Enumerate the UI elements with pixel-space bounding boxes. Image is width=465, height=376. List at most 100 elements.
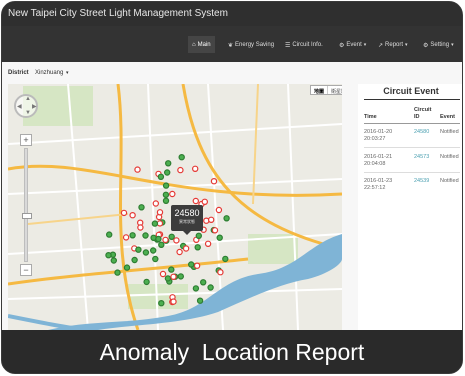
normal-light-marker[interactable]	[158, 241, 165, 248]
normal-light-marker[interactable]	[158, 299, 165, 307]
zoom-slider[interactable]	[22, 148, 32, 262]
alert-light-marker[interactable]	[122, 234, 130, 241]
alert-light-marker[interactable]	[203, 217, 210, 224]
alert-light-marker[interactable]	[169, 190, 176, 198]
normal-light-marker[interactable]	[135, 246, 142, 253]
normal-light-marker[interactable]	[152, 255, 159, 263]
alert-light-marker[interactable]	[134, 166, 141, 173]
row-circuit-id-link[interactable]: 24580	[414, 129, 429, 136]
alert-light-marker[interactable]	[177, 166, 184, 174]
alert-light-marker[interactable]	[193, 262, 201, 269]
nav-event[interactable]: ⚙ Event ▾	[339, 39, 366, 51]
alert-light-marker[interactable]	[156, 209, 164, 216]
normal-light-marker[interactable]	[164, 160, 172, 167]
normal-light-marker[interactable]	[149, 247, 157, 254]
normal-light-marker[interactable]	[216, 234, 223, 241]
normal-light-marker[interactable]	[162, 197, 170, 205]
alert-light-marker[interactable]	[120, 209, 128, 217]
normal-light-marker[interactable]	[157, 173, 165, 181]
normal-light-marker[interactable]	[223, 215, 230, 222]
alert-light-marker[interactable]	[173, 237, 180, 244]
normal-light-marker[interactable]	[168, 266, 175, 273]
nav-energy-saving[interactable]: ❦ Energy Saving	[228, 39, 274, 51]
leaf-icon: ❦	[228, 42, 234, 49]
row-date: 2016-01-21	[364, 154, 393, 160]
alert-light-marker[interactable]	[211, 227, 219, 234]
pan-left-icon[interactable]: ◀	[17, 103, 22, 110]
normal-light-marker[interactable]	[151, 220, 159, 227]
row-time: 22:57:12	[364, 185, 386, 191]
alert-light-marker[interactable]	[137, 224, 144, 231]
pan-right-icon[interactable]: ▶	[32, 103, 37, 110]
main-content: District Xinzhuang ▾ ▲ ▼ ◀ ▶ + − 地圖 衛星 2…	[2, 62, 462, 330]
normal-light-marker[interactable]	[162, 191, 170, 199]
normal-light-marker[interactable]	[196, 297, 204, 304]
row-circuit-id-link[interactable]: 24539	[414, 178, 429, 185]
alert-light-marker[interactable]	[162, 236, 169, 244]
nav-main[interactable]: ⌂ Main	[188, 36, 215, 53]
alert-light-marker[interactable]	[129, 211, 136, 219]
alert-light-marker[interactable]	[176, 248, 183, 256]
alert-light-marker[interactable]	[215, 206, 223, 214]
alert-light-marker[interactable]	[159, 270, 167, 278]
alert-light-marker[interactable]	[207, 216, 215, 223]
chevron-down-icon[interactable]: ▾	[66, 70, 69, 76]
nav-report-label: Report	[385, 42, 404, 48]
normal-light-marker[interactable]	[129, 232, 136, 239]
nav-setting[interactable]: ⚙ Setting ▾	[423, 39, 454, 51]
normal-light-marker[interactable]	[192, 285, 200, 292]
normal-light-marker[interactable]	[187, 261, 195, 268]
chevron-down-icon: ▾	[405, 42, 408, 48]
alert-light-marker[interactable]	[204, 240, 212, 247]
normal-light-marker[interactable]	[222, 255, 229, 263]
normal-light-marker[interactable]	[162, 182, 170, 189]
zoom-slider-thumb[interactable]	[22, 213, 32, 219]
alert-light-marker[interactable]	[192, 197, 199, 205]
normal-light-marker[interactable]	[143, 278, 150, 286]
pan-up-icon[interactable]: ▲	[25, 96, 31, 102]
normal-light-marker[interactable]	[142, 232, 149, 239]
row-time: 20:03:27	[364, 136, 386, 142]
street-light-map[interactable]: ▲ ▼ ◀ ▶ + − 地圖 衛星影像 24580 異常狀態	[8, 84, 342, 330]
zoom-out-button[interactable]: −	[20, 264, 32, 276]
alert-light-marker[interactable]	[210, 177, 218, 185]
normal-light-marker[interactable]	[194, 244, 201, 251]
normal-light-marker[interactable]	[155, 235, 162, 243]
map-type-satellite-button[interactable]: 衛星影像	[327, 86, 342, 95]
normal-light-marker[interactable]	[168, 233, 175, 240]
normal-light-marker[interactable]	[131, 256, 138, 264]
alert-light-marker[interactable]	[217, 268, 224, 276]
normal-light-marker[interactable]	[138, 204, 145, 211]
normal-light-marker[interactable]	[110, 257, 118, 264]
normal-light-marker[interactable]	[105, 231, 113, 238]
alert-light-marker[interactable]	[201, 198, 208, 206]
alert-light-marker[interactable]	[170, 273, 177, 280]
normal-light-marker[interactable]	[163, 169, 171, 176]
nav-circuit-info[interactable]: ☰ Circuit Info.	[285, 39, 323, 51]
circuit-event-title: Circuit Event	[383, 86, 439, 96]
alert-light-marker[interactable]	[170, 298, 177, 305]
map-pan-control[interactable]: ▲ ▼ ◀ ▶	[14, 94, 38, 118]
pan-down-icon[interactable]: ▼	[25, 110, 31, 116]
district-dropdown[interactable]: Xinzhuang	[35, 70, 63, 76]
normal-light-marker[interactable]	[164, 275, 172, 282]
normal-light-marker[interactable]	[199, 279, 207, 286]
map-type-map-button[interactable]: 地圖	[311, 86, 327, 95]
normal-light-marker[interactable]	[207, 284, 214, 291]
row-circuit-id-link[interactable]: 24573	[414, 154, 429, 161]
normal-light-marker[interactable]	[178, 153, 185, 161]
normal-light-marker[interactable]	[177, 273, 184, 280]
home-icon: ⌂	[192, 41, 196, 48]
normal-light-marker[interactable]	[142, 249, 150, 256]
zoom-in-button[interactable]: +	[20, 134, 32, 146]
alert-light-marker[interactable]	[191, 165, 199, 173]
normal-light-marker[interactable]	[195, 232, 202, 239]
alert-light-marker[interactable]	[152, 200, 159, 207]
alert-light-marker[interactable]	[182, 245, 190, 252]
row-date: 2016-01-20	[364, 129, 393, 135]
normal-light-marker[interactable]	[114, 269, 121, 276]
column-header-event: Event	[440, 114, 455, 120]
normal-light-marker[interactable]	[123, 264, 131, 271]
nav-report[interactable]: ↗ Report ▾	[378, 39, 408, 51]
normal-light-marker[interactable]	[105, 251, 112, 259]
